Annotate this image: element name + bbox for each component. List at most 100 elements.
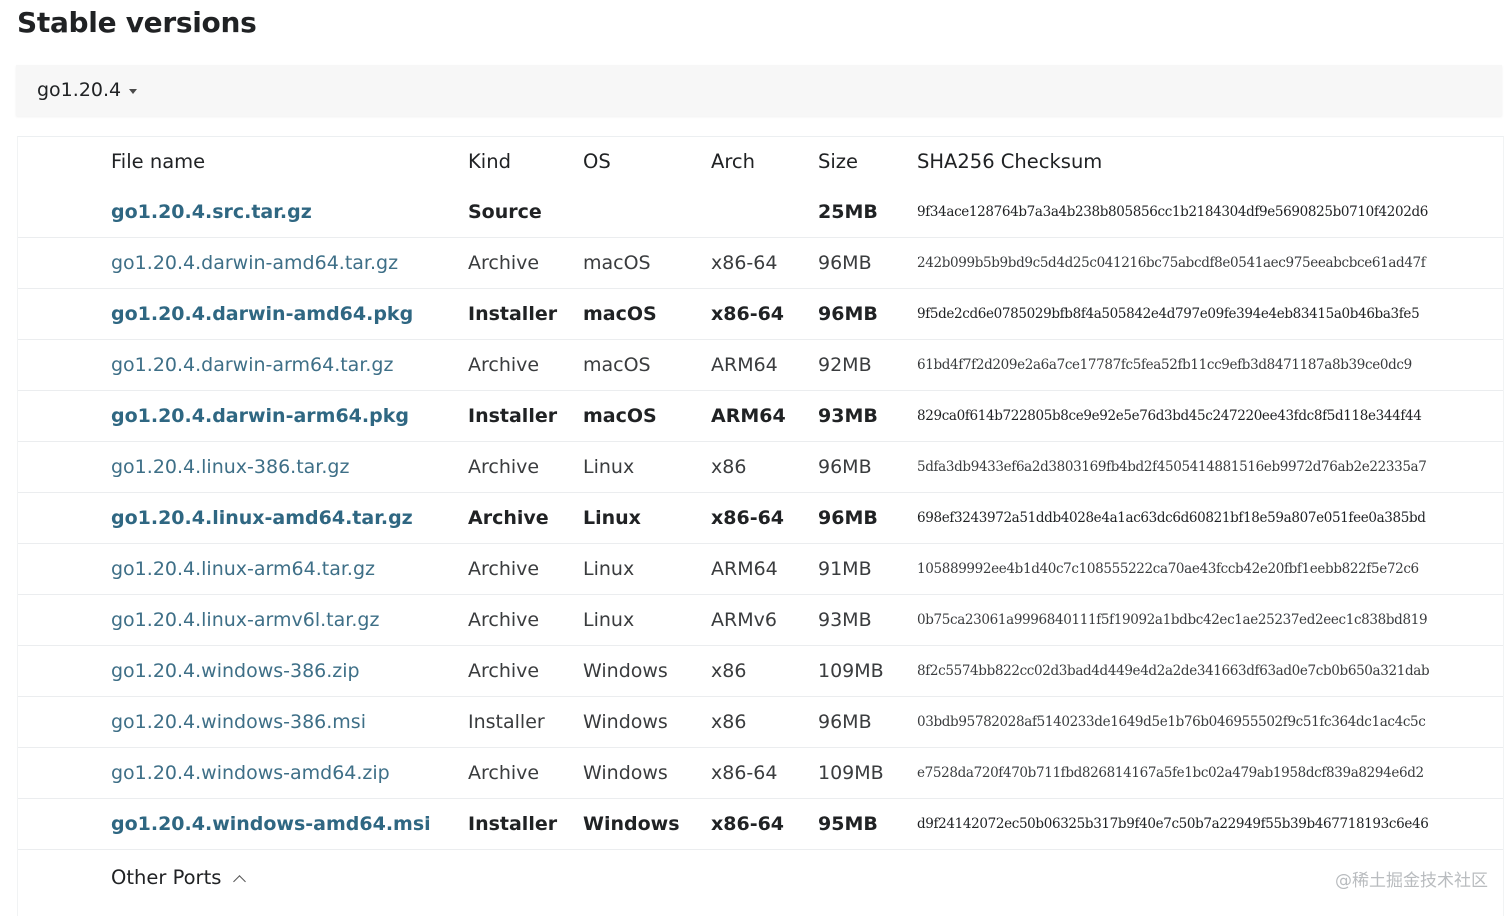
table-row: go1.20.4.darwin-amd64.tar.gz Archive macOS… (18, 238, 1503, 289)
sha256-cell: 0b75ca23061a9996840111f5f19092a1bdbc42ec… (917, 612, 1428, 628)
sha256-cell: 242b099b5b9bd9c5d4d25c041216bc75abcdf8e0… (917, 255, 1426, 271)
size-cell: 96MB (818, 711, 872, 733)
arch-cell: x86 (711, 456, 747, 478)
arch-cell: x86-64 (711, 813, 785, 835)
other-ports-label: Other Ports (111, 866, 222, 889)
column-header-size: Size (818, 150, 859, 173)
table-row: go1.20.4.darwin-amd64.pkg Installer macOS x… (18, 289, 1503, 340)
arch-cell: x86-64 (711, 762, 778, 784)
version-dropdown[interactable]: go1.20.4 (37, 79, 138, 101)
size-cell: 25MB (818, 201, 878, 223)
arch-cell: ARM64 (711, 405, 786, 427)
size-cell: 96MB (818, 303, 878, 325)
file-name-link[interactable]: go1.20.4.windows-amd64.zip (111, 762, 390, 784)
column-header-arch: Arch (711, 150, 756, 173)
size-cell: 92MB (818, 354, 872, 376)
watermark: @稀土掘金技术社区 (1335, 871, 1488, 891)
kind-cell: Installer (468, 813, 558, 835)
table-row: go1.20.4.linux-386.tar.gz Archive Linux x86… (18, 442, 1503, 493)
file-name-link[interactable]: go1.20.4.linux-386.tar.gz (111, 456, 349, 478)
sha256-cell: 5dfa3db9433ef6a2d3803169fb4bd2f450541488… (917, 459, 1427, 475)
sha256-cell: 61bd4f7f2d209e2a6a7ce17787fc5fea52fb11cc… (917, 357, 1412, 373)
size-cell: 109MB (818, 660, 884, 682)
sha256-cell: 105889992ee4b1d40c7c108555222ca70ae43fcc… (917, 561, 1419, 577)
file-name-link[interactable]: go1.20.4.src.tar.gz (111, 201, 312, 223)
table-row: go1.20.4.windows-386.msi Installer Windows… (18, 697, 1503, 748)
os-cell: macOS (583, 303, 657, 325)
file-name-cell: go1.20.4.darwin-arm64.tar.gz (111, 340, 393, 390)
file-name-cell: go1.20.4.darwin-amd64.tar.gz (111, 238, 398, 288)
sha256-cell: 829ca0f614b722805b8ce9e92e5e76d3bd45c247… (917, 408, 1422, 424)
caret-down-icon (129, 88, 138, 94)
os-cell: macOS (583, 354, 651, 376)
kind-cell: Archive (468, 252, 540, 274)
file-name-cell: go1.20.4.windows-amd64.msi (111, 799, 431, 849)
kind-cell: Archive (468, 456, 540, 478)
column-header-sha256: SHA256 Checksum (917, 150, 1103, 173)
file-name-cell: go1.20.4.darwin-arm64.pkg (111, 391, 409, 441)
size-cell: 95MB (818, 813, 878, 835)
file-name-cell: go1.20.4.linux-386.tar.gz (111, 442, 349, 492)
size-cell: 109MB (818, 762, 884, 784)
column-header-kind: Kind (468, 150, 511, 173)
page-title: Stable versions (17, 6, 257, 39)
kind-cell: Archive (468, 609, 540, 631)
table-row: go1.20.4.windows-386.zip Archive Windows x8… (18, 646, 1503, 697)
os-cell: Linux (583, 558, 635, 580)
kind-cell: Installer (468, 405, 558, 427)
file-name-link[interactable]: go1.20.4.linux-amd64.tar.gz (111, 507, 413, 529)
file-name-cell: go1.20.4.src.tar.gz (111, 187, 312, 237)
other-ports-toggle[interactable]: Other Ports (111, 858, 247, 898)
kind-cell: Archive (468, 507, 549, 529)
kind-cell: Archive (468, 762, 540, 784)
arch-cell: x86 (711, 711, 747, 733)
file-name-link[interactable]: go1.20.4.windows-386.zip (111, 660, 360, 682)
arch-cell: x86 (711, 660, 747, 682)
arch-cell: ARM64 (711, 354, 778, 376)
file-name-link[interactable]: go1.20.4.linux-arm64.tar.gz (111, 558, 375, 580)
file-name-cell: go1.20.4.windows-386.msi (111, 697, 366, 747)
table-row: go1.20.4.windows-amd64.zip Archive Windows… (18, 748, 1503, 799)
kind-cell: Archive (468, 558, 540, 580)
os-cell: Windows (583, 660, 668, 682)
version-dropdown-label: go1.20.4 (37, 79, 122, 101)
file-name-cell: go1.20.4.windows-amd64.zip (111, 748, 390, 798)
os-cell: macOS (583, 252, 651, 274)
kind-cell: Archive (468, 354, 540, 376)
kind-cell: Installer (468, 303, 558, 325)
arch-cell: x86-64 (711, 507, 785, 529)
table-row: go1.20.4.linux-amd64.tar.gz Archive Linux x… (18, 493, 1503, 544)
file-name-cell: go1.20.4.linux-amd64.tar.gz (111, 493, 413, 543)
table-row: go1.20.4.src.tar.gz Source 25MB 9f34ace1287… (18, 187, 1503, 238)
arch-cell: x86-64 (711, 252, 778, 274)
arch-cell: ARM64 (711, 558, 778, 580)
kind-cell: Installer (468, 711, 545, 733)
table-row: go1.20.4.darwin-arm64.pkg Installer macOS A… (18, 391, 1503, 442)
file-name-link[interactable]: go1.20.4.darwin-amd64.pkg (111, 303, 413, 325)
file-name-link[interactable]: go1.20.4.linux-armv6l.tar.gz (111, 609, 379, 631)
arch-cell: x86-64 (711, 303, 785, 325)
os-cell: Windows (583, 711, 668, 733)
file-name-link[interactable]: go1.20.4.windows-amd64.msi (111, 813, 431, 835)
downloads-table: File name Kind OS Arch Size SHA256 Check… (17, 136, 1504, 916)
column-header-os: OS (583, 150, 611, 173)
file-name-cell: go1.20.4.linux-armv6l.tar.gz (111, 595, 379, 645)
file-name-link[interactable]: go1.20.4.darwin-arm64.pkg (111, 405, 409, 427)
table-header: File name Kind OS Arch Size SHA256 Check… (18, 137, 1503, 187)
file-name-cell: go1.20.4.windows-386.zip (111, 646, 360, 696)
size-cell: 93MB (818, 609, 872, 631)
arch-cell: ARMv6 (711, 609, 777, 631)
file-name-link[interactable]: go1.20.4.darwin-arm64.tar.gz (111, 354, 393, 376)
os-cell: Linux (583, 507, 641, 529)
size-cell: 96MB (818, 456, 872, 478)
size-cell: 93MB (818, 405, 878, 427)
size-cell: 96MB (818, 507, 878, 529)
file-name-link[interactable]: go1.20.4.darwin-amd64.tar.gz (111, 252, 398, 274)
sha256-cell: e7528da720f470b711fbd826814167a5fe1bc02a… (917, 765, 1424, 781)
kind-cell: Source (468, 201, 542, 223)
table-row: go1.20.4.darwin-arm64.tar.gz Archive macOS… (18, 340, 1503, 391)
file-name-link[interactable]: go1.20.4.windows-386.msi (111, 711, 366, 733)
file-name-cell: go1.20.4.linux-arm64.tar.gz (111, 544, 375, 594)
os-cell: macOS (583, 405, 657, 427)
os-cell: Linux (583, 456, 635, 478)
